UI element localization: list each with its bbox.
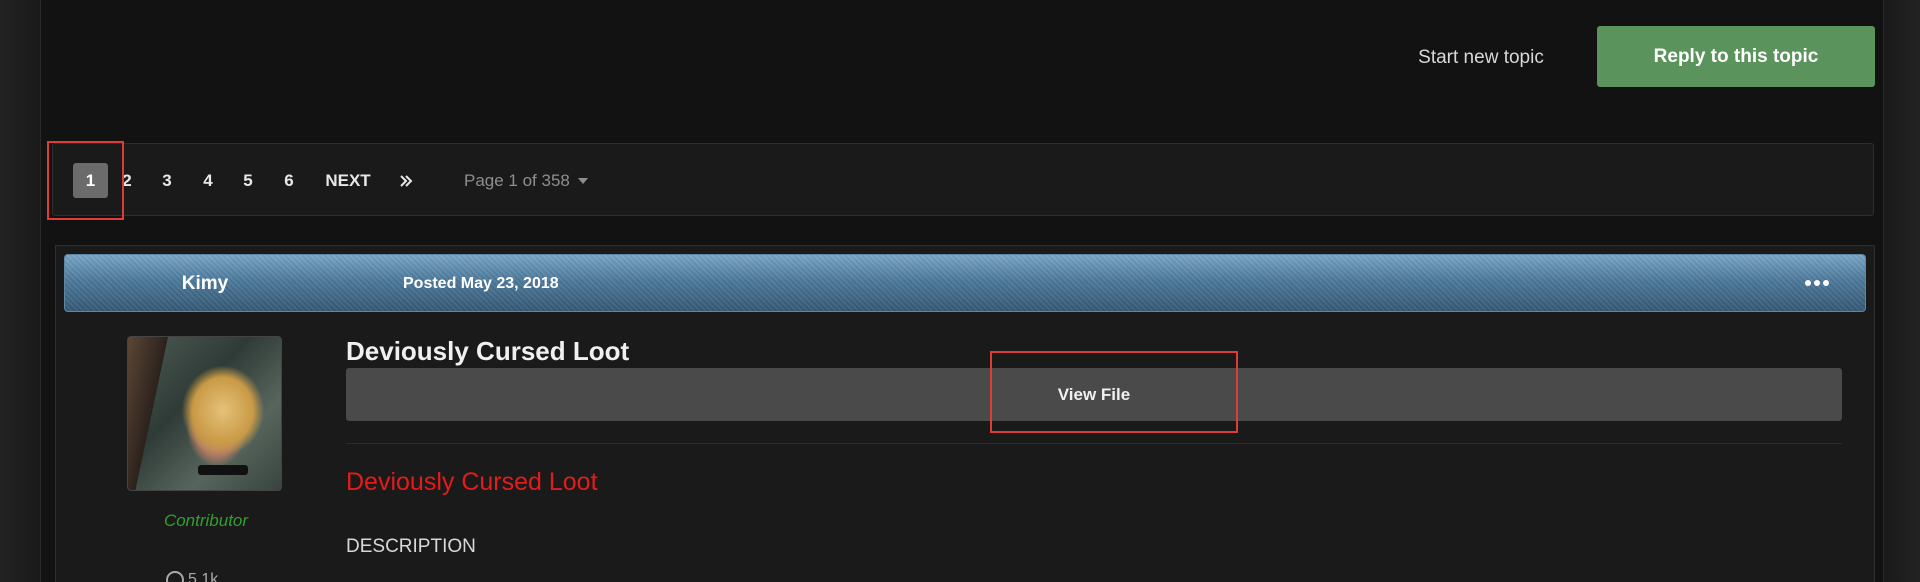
double-chevron-right-icon — [400, 174, 413, 187]
page-status-text: Page 1 of 358 — [464, 170, 570, 190]
posted-date: Posted May 23, 2018 — [403, 275, 559, 292]
left-background — [0, 0, 40, 582]
post-title: Deviously Cursed Loot — [346, 336, 630, 366]
description-heading: DESCRIPTION — [346, 536, 476, 557]
page-4-link[interactable]: 4 — [196, 163, 220, 198]
page-jump-dropdown[interactable]: Page 1 of 358 — [464, 163, 588, 198]
file-title-link[interactable]: Deviously Cursed Loot — [346, 468, 598, 497]
author-name-link[interactable]: Kimy — [65, 255, 345, 313]
reputation-icon — [166, 571, 184, 582]
post-header: Kimy Posted May 23, 2018 — [64, 254, 1866, 312]
author-stat: 5.1k — [166, 571, 218, 582]
reply-to-topic-button[interactable]: Reply to this topic — [1597, 26, 1875, 87]
author-avatar[interactable] — [127, 336, 282, 491]
start-new-topic-button[interactable]: Start new topic — [1406, 40, 1556, 76]
ellipsis-icon[interactable] — [1805, 277, 1829, 289]
page-3-link[interactable]: 3 — [155, 163, 179, 198]
view-file-button[interactable]: View File — [346, 368, 1842, 421]
post-container: Kimy Posted May 23, 2018 Contributor 5.1… — [55, 245, 1875, 582]
page-2-link[interactable]: 2 — [115, 163, 139, 198]
pagination-bar: 1 2 3 4 5 6 NEXT Page 1 of 358 — [52, 143, 1874, 216]
page-5-link[interactable]: 5 — [236, 163, 260, 198]
page-6-link[interactable]: 6 — [277, 163, 301, 198]
caret-down-icon — [577, 177, 588, 184]
author-role: Contributor — [163, 511, 249, 530]
right-background — [1884, 0, 1920, 582]
next-page-link[interactable]: NEXT — [323, 163, 373, 198]
divider — [346, 443, 1842, 444]
last-page-link[interactable] — [393, 163, 419, 198]
page-1-link[interactable]: 1 — [73, 163, 108, 198]
